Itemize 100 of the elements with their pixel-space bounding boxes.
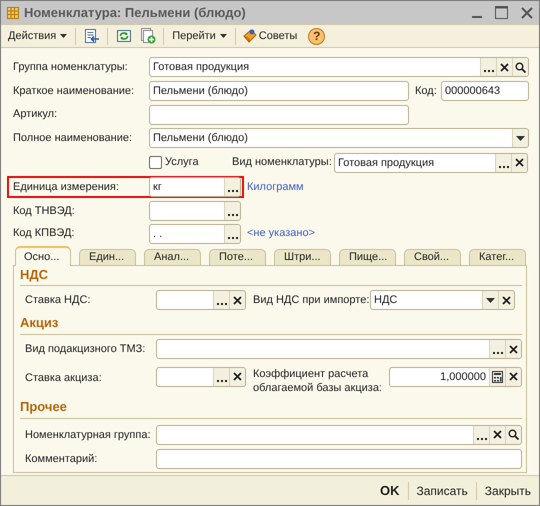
field-label: Коэффициент расчета облагаемой базы акциза:	[252, 366, 383, 395]
ellipsis-icon	[484, 70, 494, 73]
input-field[interactable]	[149, 104, 409, 124]
calculator-icon	[492, 370, 503, 383]
field-label: Код КПВЭД:	[12, 226, 76, 242]
select-button[interactable]	[473, 426, 489, 444]
field-label: Вид номенклатуры:	[232, 155, 333, 170]
dropdown-button[interactable]	[482, 291, 498, 310]
input-field[interactable]	[156, 366, 246, 387]
help-button[interactable]: ?	[308, 28, 326, 44]
ellipsis-icon	[498, 166, 508, 168]
field-label: Единица измерения:	[12, 180, 120, 195]
tab[interactable]: Един...	[79, 249, 136, 266]
search-icon	[508, 429, 519, 440]
calculator-button[interactable]	[489, 368, 505, 386]
clear-icon	[515, 158, 524, 167]
dropdown-arrow-icon	[516, 136, 525, 140]
tab[interactable]: Штри...	[274, 249, 331, 266]
service-checkbox[interactable]: Услуга	[149, 154, 232, 171]
search-button[interactable]	[505, 426, 521, 444]
clear-icon	[233, 296, 242, 305]
clear-button[interactable]	[229, 291, 245, 310]
input-field[interactable]: 1,000000	[389, 366, 522, 387]
input-field[interactable]: Готовая продукция	[149, 57, 529, 77]
clear-button[interactable]	[505, 340, 521, 358]
dropdown-button[interactable]	[512, 129, 528, 147]
caret-icon	[60, 34, 68, 38]
clear-button[interactable]	[489, 426, 505, 444]
dialog-button[interactable]: OK	[378, 480, 402, 502]
ellipsis-icon	[216, 303, 226, 306]
minimize-icon	[472, 16, 482, 18]
dialog-button[interactable]: Закрыть	[482, 480, 533, 502]
maximize-icon	[495, 6, 508, 19]
field-label: Группа номенклатуры:	[12, 60, 129, 75]
clear-button[interactable]	[496, 58, 512, 76]
tab[interactable]: Пище...	[339, 249, 396, 266]
input-field[interactable]: 000000643	[441, 81, 529, 101]
field-label: Краткое наименование:	[12, 84, 136, 99]
clear-icon	[502, 296, 511, 305]
dialog-button[interactable]: Записать	[414, 480, 470, 502]
select-button[interactable]	[224, 178, 240, 196]
input-field[interactable]	[156, 424, 522, 445]
field-label: Номенклатурная группа:	[25, 428, 152, 443]
not-specified-link[interactable]: <не указано>	[247, 225, 315, 242]
table-icon	[7, 6, 19, 18]
dropdown-arrow-icon	[486, 298, 495, 303]
field-label: Комментарий:	[25, 452, 98, 468]
clear-button[interactable]	[498, 291, 514, 310]
book-icon	[242, 28, 257, 44]
tips-button[interactable]: Советы	[240, 26, 300, 46]
input-field[interactable]	[156, 449, 522, 470]
tab[interactable]: Свой...	[404, 249, 461, 266]
field-label: Артикул:	[12, 107, 58, 122]
checkbox-icon[interactable]	[149, 156, 162, 169]
window-title: Номенклатура: Пельмени (блюдо)	[24, 4, 247, 22]
tab[interactable]: Осно...	[15, 246, 71, 266]
input-field[interactable]: кг	[149, 177, 241, 197]
input-field[interactable]	[156, 339, 522, 360]
ellipsis-icon	[492, 352, 502, 356]
clear-icon	[493, 430, 502, 440]
field-label: Полное наименование:	[12, 130, 134, 146]
select-button[interactable]	[213, 368, 229, 386]
search-button[interactable]	[512, 58, 528, 76]
unit-link[interactable]: Килограмм	[247, 178, 304, 196]
field-label: Ставка НДС:	[25, 293, 92, 308]
clear-icon	[509, 344, 518, 354]
input-field[interactable]: Готовая продукция	[334, 152, 528, 172]
section-heading: Прочее	[20, 398, 67, 416]
field-label: Код:	[414, 84, 438, 99]
tab[interactable]: Поте...	[209, 249, 266, 266]
ellipsis-icon	[228, 214, 238, 217]
ellipsis-icon	[228, 190, 238, 193]
select-button[interactable]	[495, 154, 511, 172]
select-button[interactable]	[224, 224, 240, 242]
select-button[interactable]	[489, 340, 505, 358]
select-button[interactable]	[480, 58, 496, 76]
input-field[interactable]: Пельмени (блюдо)	[149, 81, 409, 101]
actions-menu[interactable]: Действия	[5, 26, 70, 46]
clear-button[interactable]	[229, 368, 245, 386]
select-button[interactable]	[213, 291, 229, 310]
input-field[interactable]	[149, 201, 241, 221]
field-label: Ставка акциза:	[25, 370, 103, 386]
field-label: Вид НДС при импорте:	[252, 293, 370, 308]
select-button[interactable]	[224, 202, 240, 220]
field-label: Код ТНВЭД:	[12, 204, 76, 219]
input-field[interactable]: НДС	[370, 290, 515, 310]
caret-icon	[220, 34, 227, 38]
tab[interactable]: Катег...	[469, 249, 526, 266]
input-field[interactable]: . .	[149, 224, 241, 244]
close-icon	[521, 6, 533, 18]
tab[interactable]: Анал...	[144, 249, 201, 266]
clear-icon	[233, 372, 242, 382]
search-icon	[515, 62, 526, 72]
goto-menu[interactable]: Перейти	[169, 26, 230, 46]
section-heading: Акциз	[20, 314, 58, 332]
clear-button[interactable]	[511, 154, 527, 172]
clear-button[interactable]	[505, 368, 521, 386]
input-field[interactable]	[156, 290, 246, 310]
input-field[interactable]: Пельмени (блюдо)	[149, 128, 529, 148]
ellipsis-icon	[216, 380, 226, 383]
